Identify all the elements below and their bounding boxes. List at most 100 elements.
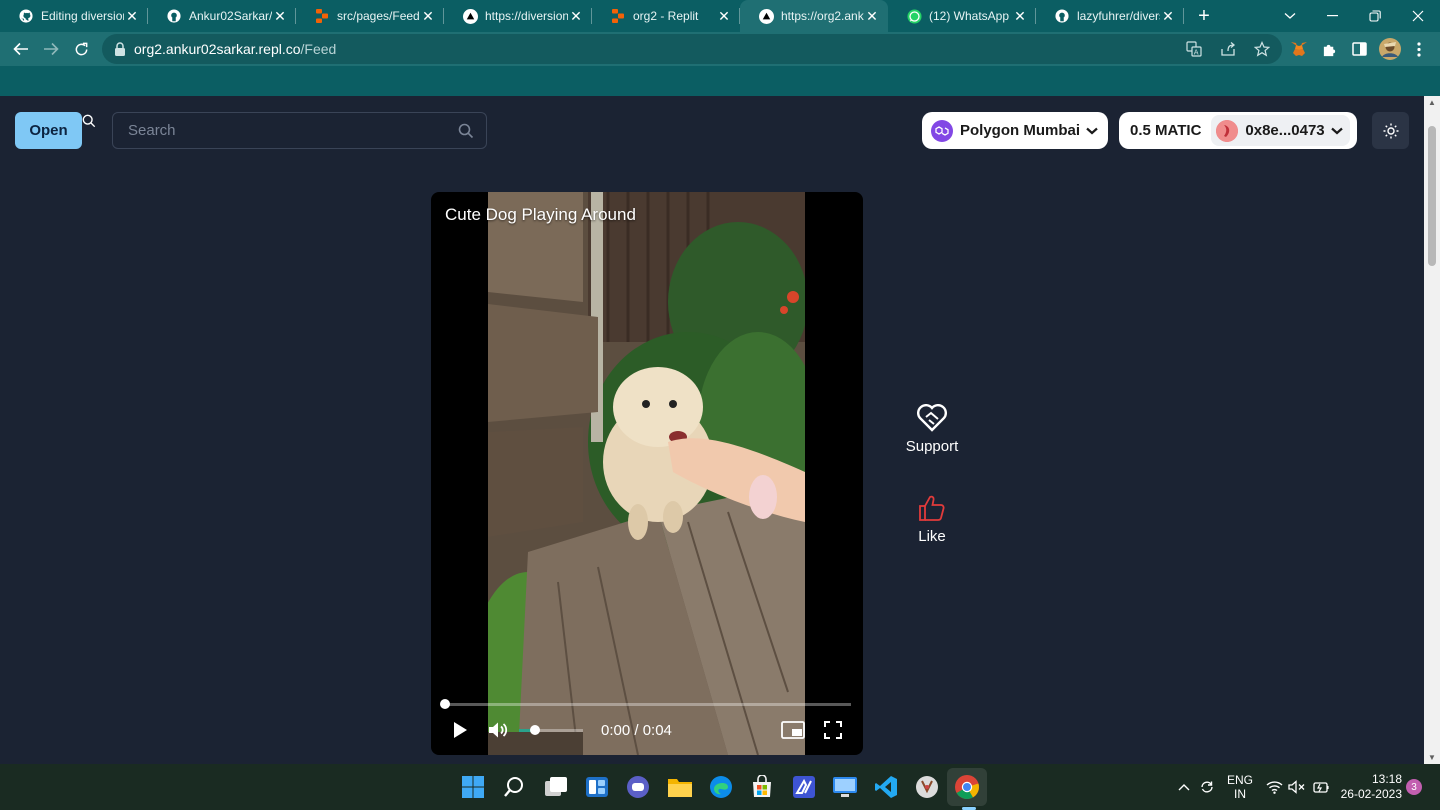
scroll-down-arrow[interactable]: ▼ xyxy=(1424,753,1440,762)
browser-tab[interactable]: https://diversion ✕ xyxy=(444,0,592,32)
video-frame xyxy=(488,192,805,755)
language-indicator[interactable]: ENG IN xyxy=(1226,764,1254,810)
browser-toolbar: org2.ankur02sarkar.repl.co/Feed A xyxy=(0,32,1440,66)
video-progress-bar[interactable] xyxy=(440,699,851,709)
browser-menu-icon[interactable] xyxy=(1406,34,1432,64)
search-icon[interactable] xyxy=(458,123,474,139)
fullscreen-icon xyxy=(824,721,842,739)
address-bar[interactable]: org2.ankur02sarkar.repl.co/Feed A xyxy=(102,34,1282,64)
progress-handle[interactable] xyxy=(440,699,450,709)
bookmarks-bar xyxy=(0,66,1440,96)
scroll-up-arrow[interactable]: ▲ xyxy=(1424,98,1440,107)
microsoft-store-icon[interactable] xyxy=(748,773,776,801)
teams-chat-icon[interactable] xyxy=(624,773,652,801)
back-button[interactable] xyxy=(6,34,36,64)
play-button[interactable] xyxy=(449,718,471,742)
app-icon[interactable] xyxy=(790,773,818,801)
replit-icon xyxy=(610,8,626,24)
tray-overflow-icon[interactable] xyxy=(1178,764,1190,810)
close-icon[interactable]: ✕ xyxy=(124,8,140,25)
clock[interactable]: 13:18 26-02-2023 xyxy=(1340,764,1402,810)
mute-button[interactable] xyxy=(486,718,512,742)
video-player[interactable]: Cute Dog Playing Around 0:00 / 0:04 xyxy=(431,192,863,755)
sidebar-panel-icon[interactable] xyxy=(1346,34,1372,64)
profile-avatar[interactable] xyxy=(1377,34,1403,64)
translate-icon[interactable]: A xyxy=(1186,41,1202,62)
restore-button[interactable] xyxy=(1353,0,1397,32)
polygon-icon xyxy=(931,119,953,142)
share-icon[interactable] xyxy=(1220,41,1236,62)
app-icon[interactable] xyxy=(913,773,941,801)
edge-icon[interactable] xyxy=(707,773,735,801)
url-host: org2.ankur02sarkar.repl.co xyxy=(134,41,301,57)
tab-search-icon[interactable] xyxy=(1268,0,1312,32)
tab-strip: Editing diversion ✕ Ankur02Sarkar/di ✕ s… xyxy=(0,0,1440,32)
browser-tab-active[interactable]: https://org2.anku ✕ xyxy=(740,0,888,32)
browser-tab[interactable]: lazyfuhrer/diversi ✕ xyxy=(1036,0,1184,32)
network-selector[interactable]: Polygon Mumbai xyxy=(922,112,1108,149)
bookmark-star-icon[interactable] xyxy=(1253,41,1271,62)
search-icon[interactable] xyxy=(500,773,528,801)
scrollbar-thumb[interactable] xyxy=(1428,126,1436,266)
github-icon xyxy=(18,8,34,24)
theme-toggle-button[interactable] xyxy=(1372,112,1409,149)
task-view-icon[interactable] xyxy=(542,773,570,801)
battery-icon[interactable] xyxy=(1311,764,1329,810)
tab-title: lazyfuhrer/diversi xyxy=(1077,9,1160,23)
close-icon[interactable]: ✕ xyxy=(1012,8,1028,25)
feed-page: Open Polygon Mumbai 0.5 MATIC 0x8e...047… xyxy=(0,96,1424,764)
tab-title: src/pages/Feed.js xyxy=(337,9,420,23)
tab-title: (12) WhatsApp xyxy=(929,9,1010,23)
close-icon[interactable]: ✕ xyxy=(272,8,288,25)
close-icon[interactable]: ✕ xyxy=(864,8,880,25)
search-icon[interactable] xyxy=(82,114,96,128)
close-icon[interactable]: ✕ xyxy=(420,8,436,25)
svg-text:A: A xyxy=(1194,49,1199,57)
browser-tab[interactable]: (12) WhatsApp ✕ xyxy=(888,0,1036,32)
volume-muted-icon[interactable] xyxy=(1288,764,1306,810)
chrome-icon[interactable] xyxy=(953,773,981,801)
reload-button[interactable] xyxy=(66,34,96,64)
browser-tab[interactable]: org2 - Replit ✕ xyxy=(592,0,740,32)
search-field[interactable] xyxy=(112,112,487,149)
close-icon[interactable]: ✕ xyxy=(716,8,732,25)
search-input[interactable] xyxy=(128,122,448,139)
browser-tab[interactable]: Editing diversion ✕ xyxy=(0,0,148,32)
wallet-address-chip[interactable]: 0x8e...0473 xyxy=(1211,115,1350,146)
file-explorer-icon[interactable] xyxy=(666,773,694,801)
new-tab-button[interactable]: + xyxy=(1184,5,1224,28)
open-drawer-button[interactable]: Open xyxy=(15,112,82,149)
close-window-button[interactable] xyxy=(1396,0,1440,32)
like-button[interactable]: Like xyxy=(892,494,972,545)
fullscreen-button[interactable] xyxy=(820,718,846,742)
widgets-icon[interactable] xyxy=(583,773,611,801)
metamask-icon[interactable] xyxy=(1286,34,1312,64)
remote-desktop-icon[interactable] xyxy=(831,773,859,801)
minimize-button[interactable] xyxy=(1310,0,1354,32)
wallet-balance: 0.5 MATIC xyxy=(1130,122,1202,139)
tab-title: Ankur02Sarkar/di xyxy=(189,9,272,23)
close-icon[interactable]: ✕ xyxy=(1160,8,1176,25)
wallet-address: 0x8e...0473 xyxy=(1245,122,1325,139)
forward-button[interactable] xyxy=(36,34,66,64)
windows-start-icon[interactable] xyxy=(459,773,487,801)
close-icon[interactable]: ✕ xyxy=(568,8,584,25)
notification-badge[interactable]: 3 xyxy=(1406,764,1422,810)
sync-icon[interactable] xyxy=(1199,764,1215,810)
chevron-down-icon xyxy=(1086,127,1098,135)
vercel-icon xyxy=(758,8,774,24)
volume-slider[interactable] xyxy=(519,725,583,735)
chevron-down-icon xyxy=(1330,127,1343,135)
extensions-puzzle-icon[interactable] xyxy=(1316,34,1342,64)
picture-in-picture-button[interactable] xyxy=(780,718,806,742)
page-scrollbar[interactable]: ▲ ▼ xyxy=(1424,96,1440,764)
support-button[interactable]: Support xyxy=(892,404,972,455)
browser-tab[interactable]: Ankur02Sarkar/di ✕ xyxy=(148,0,296,32)
wifi-icon[interactable] xyxy=(1266,764,1283,810)
tab-title: Editing diversion xyxy=(41,9,124,23)
volume-handle[interactable] xyxy=(530,725,540,735)
vscode-icon[interactable] xyxy=(872,773,900,801)
account-button[interactable]: 0.5 MATIC 0x8e...0473 xyxy=(1119,112,1357,149)
browser-tab[interactable]: src/pages/Feed.js ✕ xyxy=(296,0,444,32)
play-icon xyxy=(454,722,467,738)
